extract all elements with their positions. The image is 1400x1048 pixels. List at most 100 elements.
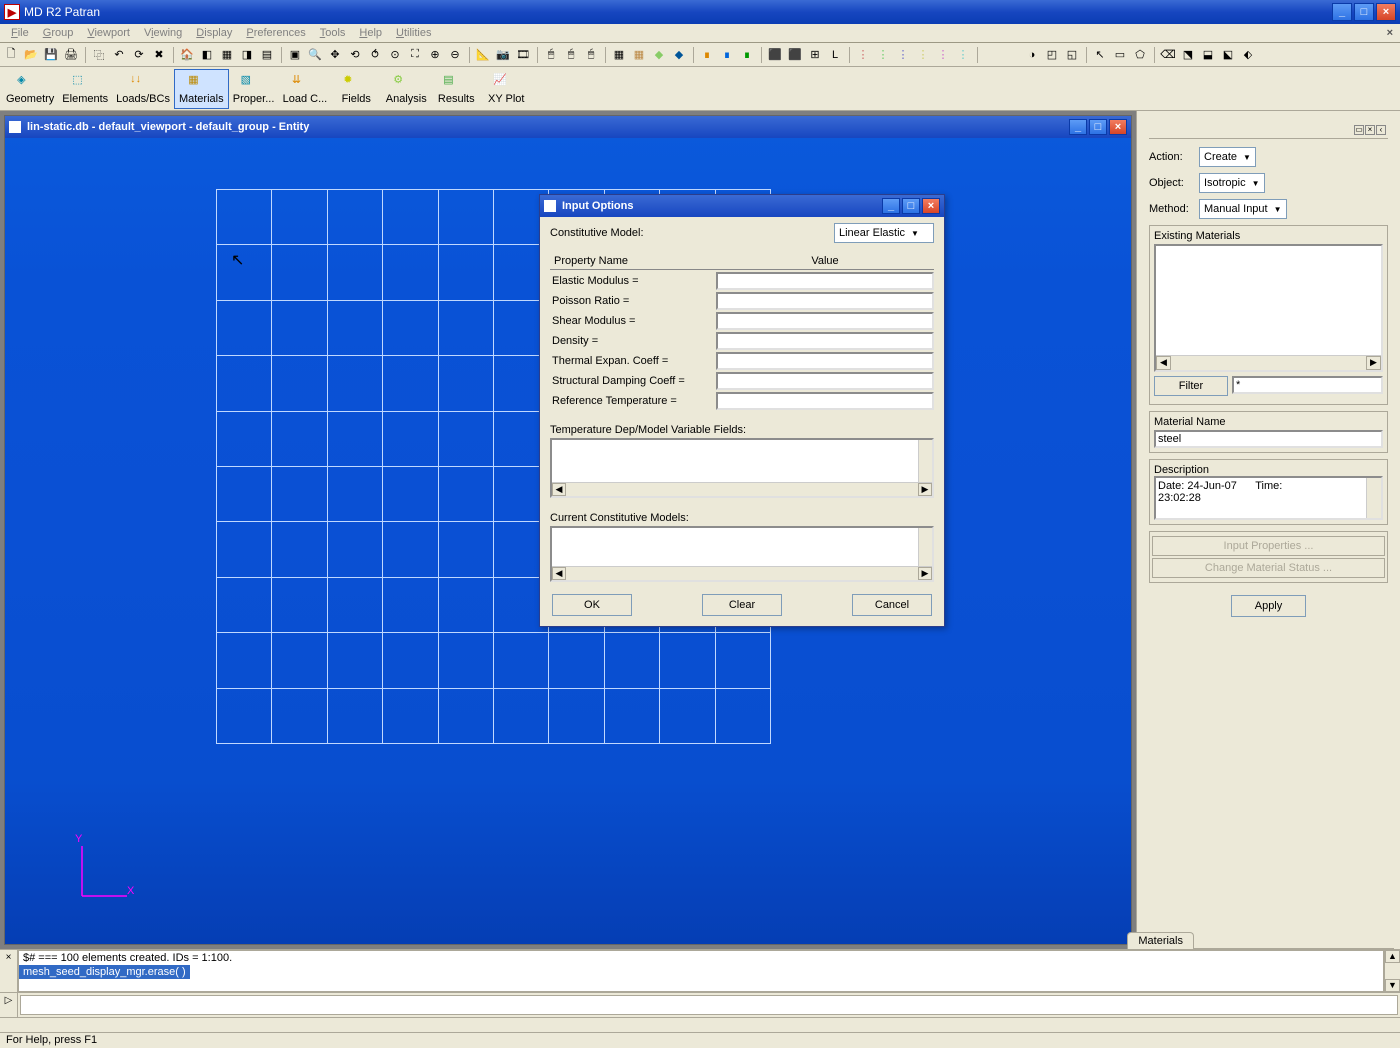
pick-center-icon[interactable]: ⊙ (386, 46, 404, 64)
history-list[interactable]: $# === 100 elements created. IDs = 1:100… (18, 950, 1384, 992)
entity-display-icon[interactable]: ⬓ (1199, 46, 1217, 64)
command-input[interactable] (20, 995, 1398, 1015)
zoom-out-icon[interactable]: ⊖ (446, 46, 464, 64)
undo-icon[interactable]: ↶ (110, 46, 128, 64)
pick-visible-icon[interactable]: ◰ (1043, 46, 1061, 64)
eraser-icon[interactable]: ⌫ (1159, 46, 1177, 64)
scrollbar-vertical[interactable] (918, 528, 932, 566)
loadsbcs-app-button[interactable]: ↓↓Loads/BCs (112, 69, 174, 109)
menu-display[interactable]: Display (189, 25, 239, 41)
viewport-maximize-button[interactable]: □ (1089, 119, 1107, 135)
dialog-titlebar[interactable]: Input Options _ □ × (540, 195, 944, 217)
elements-app-button[interactable]: ⬚Elements (58, 69, 112, 109)
show-pt-icon[interactable]: ⋮ (854, 46, 872, 64)
curve-label-icon[interactable]: ∎ (718, 46, 736, 64)
wireframe-icon[interactable]: ▦ (610, 46, 628, 64)
tab-materials[interactable]: Materials (1127, 932, 1194, 949)
side-view-icon[interactable]: ◨ (238, 46, 256, 64)
filter-input[interactable] (1232, 376, 1383, 394)
menu-preferences[interactable]: Preferences (239, 25, 312, 41)
apply-button[interactable]: Apply (1231, 595, 1306, 617)
hiddenline-icon[interactable]: ▦ (630, 46, 648, 64)
dialog-minimize-button[interactable]: _ (882, 198, 900, 214)
view-select-icon[interactable]: 🎞 (514, 46, 532, 64)
materials-app-button[interactable]: ▦Materials (174, 69, 229, 109)
cancel-button[interactable]: Cancel (852, 594, 932, 616)
fields-app-button[interactable]: ✹Fields (331, 69, 381, 109)
menu-utilities[interactable]: Utilities (389, 25, 438, 41)
method-dropdown[interactable]: Manual Input▼ (1199, 199, 1287, 219)
window-maximize-button[interactable]: □ (1354, 3, 1374, 21)
xyplot-app-button[interactable]: 📈XY Plot (481, 69, 531, 109)
print-icon[interactable]: 🖨 (62, 46, 80, 64)
show-crv-icon[interactable]: ⋮ (874, 46, 892, 64)
save-file-icon[interactable]: 💾 (42, 46, 60, 64)
mouse-pan-icon[interactable]: 🖱 (562, 46, 580, 64)
select-rect-icon[interactable]: ▭ (1111, 46, 1129, 64)
viewport-close-button[interactable]: × (1109, 119, 1127, 135)
iso-view-icon[interactable]: ◧ (198, 46, 216, 64)
scrollbar-vertical[interactable]: ▲▼ (1384, 950, 1400, 992)
fit-icon[interactable]: ▣ (286, 46, 304, 64)
shear-modulus-input[interactable] (716, 312, 934, 330)
show-all-icon[interactable]: ⋮ (954, 46, 972, 64)
show-sol-icon[interactable]: ⋮ (914, 46, 932, 64)
density-input[interactable] (716, 332, 934, 350)
copy-icon[interactable]: ⿻ (90, 46, 108, 64)
description-textarea[interactable]: Date: 24-Jun-07 Time: 23:02:28 (1154, 476, 1383, 520)
show-ncf-icon[interactable]: ⋮ (934, 46, 952, 64)
clear-button[interactable]: Clear (702, 594, 782, 616)
group-transform-icon[interactable]: ⬔ (1179, 46, 1197, 64)
mouse-rotate-icon[interactable]: 🖱 (542, 46, 560, 64)
refresh-icon[interactable]: ⟳ (130, 46, 148, 64)
menu-group[interactable]: Group (36, 25, 81, 41)
panel-opt-icon[interactable]: ‹ (1376, 125, 1386, 135)
panel-close-x-icon[interactable]: × (1365, 125, 1375, 135)
view-from-icon[interactable]: 📷 (494, 46, 512, 64)
toggle-grid-icon[interactable]: ⊞ (806, 46, 824, 64)
structural-damping-input[interactable] (716, 372, 934, 390)
zoom-in-icon[interactable]: ⊕ (426, 46, 444, 64)
dialog-maximize-button[interactable]: □ (902, 198, 920, 214)
model-tree-icon[interactable]: ⬖ (1239, 46, 1257, 64)
abort-icon[interactable]: ✖ (150, 46, 168, 64)
quick-plot-icon[interactable]: ⬕ (1219, 46, 1237, 64)
open-file-icon[interactable]: 📂 (22, 46, 40, 64)
temp-dep-fields-listbox[interactable]: ◀▶ (550, 438, 934, 498)
poisson-ratio-input[interactable] (716, 292, 934, 310)
view-angles-icon[interactable]: 📐 (474, 46, 492, 64)
reference-temp-input[interactable] (716, 392, 934, 410)
window-close-button[interactable]: × (1376, 3, 1396, 21)
plot-erase-icon[interactable]: ⬛ (766, 46, 784, 64)
window-minimize-button[interactable]: _ (1332, 3, 1352, 21)
view-corners-icon[interactable]: ⛶ (406, 46, 424, 64)
dialog-close-button[interactable]: × (922, 198, 940, 214)
console-close-icon[interactable]: × (0, 950, 18, 992)
results-app-button[interactable]: ▤Results (431, 69, 481, 109)
pick-preselect-icon[interactable]: ◱ (1063, 46, 1081, 64)
material-name-input[interactable] (1154, 430, 1383, 448)
top-view-icon[interactable]: ▤ (258, 46, 276, 64)
home-icon[interactable]: 🏠 (178, 46, 196, 64)
object-dropdown[interactable]: Isotropic▼ (1199, 173, 1265, 193)
label-control-icon[interactable]: L (826, 46, 844, 64)
geometry-app-button[interactable]: ◈Geometry (2, 69, 58, 109)
scrollbar-horizontal[interactable]: ◀▶ (552, 566, 932, 580)
pan-icon[interactable]: ✥ (326, 46, 344, 64)
surface-label-icon[interactable]: ∎ (738, 46, 756, 64)
select-point-icon[interactable]: ↖ (1091, 46, 1109, 64)
show-surf-icon[interactable]: ⋮ (894, 46, 912, 64)
select-poly-icon[interactable]: ⬠ (1131, 46, 1149, 64)
viewport-minimize-button[interactable]: _ (1069, 119, 1087, 135)
point-label-icon[interactable]: ∎ (698, 46, 716, 64)
thermal-expan-input[interactable] (716, 352, 934, 370)
analysis-app-button[interactable]: ⚙Analysis (381, 69, 431, 109)
zoom-icon[interactable]: 🔍 (306, 46, 324, 64)
elastic-modulus-input[interactable] (716, 272, 934, 290)
smooth-shaded-icon[interactable]: ◆ (670, 46, 688, 64)
constitutive-model-dropdown[interactable]: Linear Elastic▼ (834, 223, 934, 243)
spin-icon[interactable]: ⥀ (366, 46, 384, 64)
viewport-canvas[interactable]: /* grid generated below */ Y X Input Opt… (5, 138, 1131, 944)
new-file-icon[interactable]: 🗋 (2, 46, 20, 64)
current-models-listbox[interactable]: ◀▶ (550, 526, 934, 582)
